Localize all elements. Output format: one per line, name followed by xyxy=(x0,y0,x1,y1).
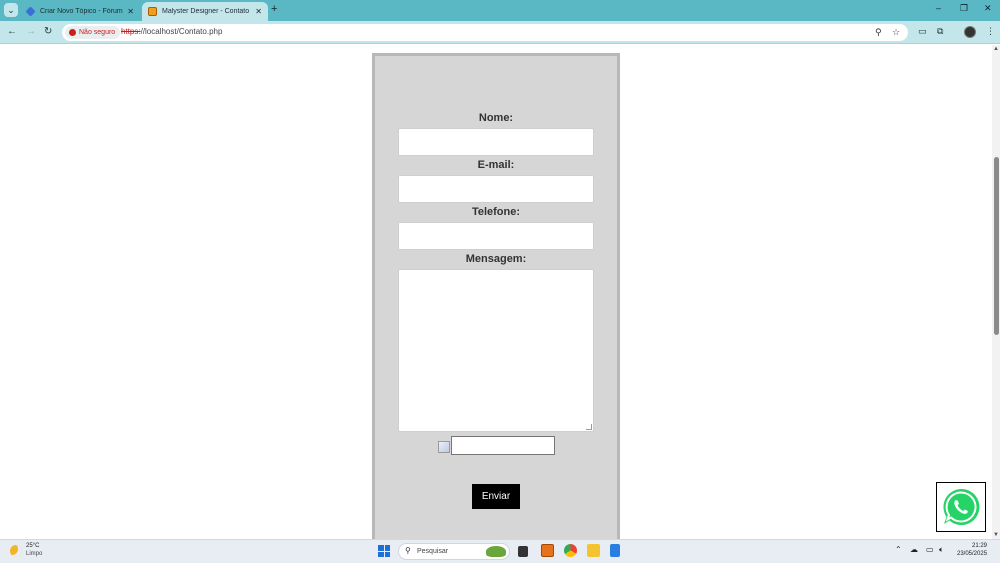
restore-button[interactable]: ❐ xyxy=(960,3,968,14)
whatsapp-button[interactable] xyxy=(936,482,986,532)
message-textarea[interactable] xyxy=(398,269,594,432)
scroll-down-icon[interactable]: ▼ xyxy=(993,532,999,538)
menu-kebab-icon[interactable]: ⋮ xyxy=(986,26,995,37)
md-logo-icon xyxy=(148,7,157,16)
cloud-sync-icon[interactable]: ☁ xyxy=(910,545,918,554)
tab-forum[interactable]: Criar Novo Tópico - Fórum iMa ✕ xyxy=(20,2,140,21)
tab-title: Criar Novo Tópico - Fórum iMa xyxy=(40,8,123,15)
chevron-down-icon: ⌄ xyxy=(7,4,15,15)
taskbar-search[interactable]: ⚲ Pesquisar xyxy=(398,543,510,560)
address-bar[interactable]: Não seguro https://localhost/Contato.php… xyxy=(62,24,908,41)
tab-title: Malyster Designer - Contato xyxy=(162,8,250,15)
new-tab-button[interactable]: + xyxy=(271,3,277,15)
reload-button[interactable]: ↻ xyxy=(44,26,52,37)
name-input[interactable] xyxy=(398,128,594,156)
resize-handle-icon[interactable] xyxy=(586,424,592,430)
tab-search-button[interactable]: ⌄ xyxy=(4,3,18,17)
weather-description: Limpo xyxy=(26,551,43,557)
weather-temperature: 25°C xyxy=(26,543,40,549)
task-view-icon[interactable] xyxy=(518,546,528,557)
submit-button[interactable]: Enviar xyxy=(472,484,520,509)
scroll-up-icon[interactable]: ▲ xyxy=(993,46,999,52)
scrollbar[interactable]: ▲ ▼ xyxy=(992,45,1000,539)
url-text[interactable]: https://localhost/Contato.php xyxy=(121,27,222,36)
email-input[interactable] xyxy=(398,175,594,203)
whatsapp-icon xyxy=(943,488,980,525)
clock-date[interactable]: 23/05/2025 xyxy=(957,551,987,557)
display-icon[interactable]: ▭ xyxy=(926,545,934,554)
captcha-input[interactable] xyxy=(451,436,555,455)
back-button[interactable]: ← xyxy=(7,26,17,37)
windows-start-icon[interactable] xyxy=(378,545,390,557)
browser-toolbar: ← → ↻ Não seguro https://localhost/Conta… xyxy=(0,21,1000,44)
close-icon[interactable]: ✕ xyxy=(127,7,134,16)
moon-icon xyxy=(10,545,22,557)
phone-label: Telefone: xyxy=(471,206,521,218)
chevron-up-icon[interactable]: ⌃ xyxy=(895,545,902,554)
cube-icon xyxy=(25,6,36,17)
name-label: Nome: xyxy=(478,112,514,124)
scrollbar-thumb[interactable] xyxy=(994,157,999,335)
security-label: Não seguro xyxy=(79,29,116,36)
bookmark-star-icon[interactable]: ☆ xyxy=(892,27,900,38)
chrome-icon[interactable] xyxy=(564,544,577,557)
search-icon: ⚲ xyxy=(405,546,411,555)
zoom-icon[interactable]: ⚲ xyxy=(875,27,882,38)
url-scheme: https: xyxy=(121,27,141,36)
tab-contato[interactable]: Malyster Designer - Contato ✕ xyxy=(142,2,268,21)
url-path: //localhost/Contato.php xyxy=(140,27,223,36)
phone-link-icon[interactable] xyxy=(610,544,620,557)
email-label: E-mail: xyxy=(477,159,515,171)
taskbar: 25°C Limpo ⚲ Pesquisar ⌃ ☁ ▭ 🔈︎ 21:29 23… xyxy=(0,539,1000,563)
profile-avatar[interactable] xyxy=(964,26,976,38)
volume-icon[interactable]: 🔈︎ xyxy=(939,545,944,555)
minimize-button[interactable]: – xyxy=(936,3,941,13)
phone-input[interactable] xyxy=(398,222,594,250)
xampp-icon[interactable] xyxy=(541,544,554,557)
security-chip[interactable]: Não seguro xyxy=(65,26,121,39)
contact-form: Nome: E-mail: Telefone: Mensagem: Enviar xyxy=(372,53,620,539)
search-placeholder: Pesquisar xyxy=(417,548,449,555)
turtle-icon xyxy=(486,546,506,557)
page-viewport: Nome: E-mail: Telefone: Mensagem: Enviar… xyxy=(0,45,1000,539)
captcha-image xyxy=(438,441,450,453)
forward-button[interactable]: → xyxy=(26,26,36,37)
warning-icon xyxy=(69,29,76,36)
clock-time[interactable]: 21:29 xyxy=(972,543,987,549)
file-explorer-icon[interactable] xyxy=(587,544,600,557)
message-label: Mensagem: xyxy=(465,253,527,265)
close-icon[interactable]: ✕ xyxy=(255,7,262,16)
tab-strip: ⌄ Criar Novo Tópico - Fórum iMa ✕ Malyst… xyxy=(0,0,1000,21)
close-window-button[interactable]: ✕ xyxy=(984,3,992,14)
extensions-icon[interactable]: ⧉ xyxy=(937,26,943,37)
reading-list-icon[interactable]: ▭ xyxy=(918,26,927,37)
